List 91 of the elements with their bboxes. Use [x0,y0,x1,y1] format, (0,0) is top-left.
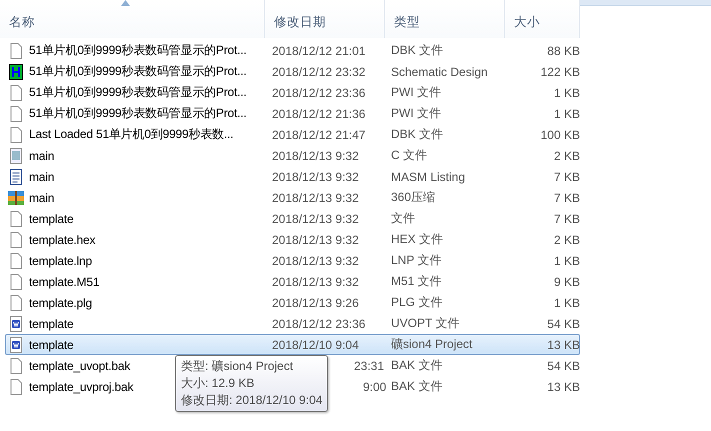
file-icon [8,210,24,226]
modified-date: 2018/12/10 9:04 [272,338,359,352]
modified-date: 2018/12/13 9:32 [272,212,359,226]
file-name[interactable]: 51单片机0到9999秒表数码管显示的Prot... [29,105,247,122]
modified-date: 2018/12/12 21:47 [272,128,366,142]
file-type: M51 文件 [391,273,443,290]
file-size: 2 KB [552,148,581,162]
file-size: 13 KB [546,380,581,394]
file-size: 122 KB [540,64,581,78]
file-icon [8,106,24,122]
project-icon [8,316,24,332]
file-size: 7 KB [552,170,581,184]
file-name[interactable]: template.lnp [29,254,92,268]
file-icon [8,358,24,374]
modified-date: 2018/12/12 21:01 [272,44,366,58]
file-size: 1 KB [552,106,581,120]
file-size: 9 KB [552,274,581,288]
file-type: C 文件 [391,147,428,164]
file-type: PWI 文件 [391,105,442,122]
file-size: 1 KB [552,296,581,310]
modified-date: 2018/12/12 21:36 [272,106,366,120]
modified-date: 23:31 [354,358,384,372]
file-name[interactable]: 51单片机0到9999秒表数码管显示的Prot... [29,84,247,101]
modified-date: 2018/12/13 9:32 [272,274,359,288]
file-size: 1 KB [552,254,581,268]
file-name[interactable]: template_uvopt.bak [29,358,130,372]
file-name[interactable]: 51单片机0到9999秒表数码管显示的Prot... [29,42,247,59]
document-icon [8,148,24,164]
modified-date: 2018/12/13 9:32 [272,254,359,268]
column-header[interactable]: 大小 [505,0,580,38]
modified-date: 2018/12/12 23:36 [272,316,366,330]
modified-date: 2018/12/12 23:32 [272,64,366,78]
file-name[interactable]: template.M51 [29,274,100,288]
tooltip-line: 大小: 12.9 KB [181,375,256,392]
modified-date: 2018/12/13 9:26 [272,296,359,310]
modified-date: 2018/12/13 9:32 [272,232,359,246]
file-type: 文件 [391,210,416,227]
file-icon [8,42,24,58]
file-type: BAK 文件 [391,357,444,374]
file-name[interactable]: template [29,212,74,226]
file-type: UVOPT 文件 [391,315,460,332]
file-name[interactable]: main [29,148,54,162]
file-type: Schematic Design [391,64,489,78]
file-type: PWI 文件 [391,84,442,101]
file-type: BAK 文件 [391,378,444,395]
file-size: 54 KB [546,316,581,330]
file-name[interactable]: template_uvproj.bak [29,380,134,394]
file-size: 88 KB [546,44,581,58]
tooltip-line: 类型: 礦sion4 Project [181,358,294,375]
text-document-icon [8,168,24,184]
file-name[interactable]: template.hex [29,232,96,246]
file-icon [8,378,24,394]
file-name[interactable]: main [29,190,54,204]
file-type: LNP 文件 [391,252,442,269]
file-icon [8,126,24,142]
file-type: 360压缩 [391,189,436,206]
file-name[interactable]: Last Loaded 51单片机0到9999秒表数... [29,126,234,143]
file-type: DBK 文件 [391,42,444,59]
file-size: 1 KB [552,86,581,100]
file-size: 7 KB [552,212,581,226]
file-icon [8,84,24,100]
file-type: DBK 文件 [391,126,444,143]
file-icon [8,252,24,268]
modified-date: 2018/12/13 9:32 [272,148,359,162]
file-type: 礦sion4 Project [391,336,474,353]
file-icon [8,294,24,310]
file-name[interactable]: template [29,316,74,330]
column-header[interactable]: 修改日期 [265,0,385,38]
modified-date: 2018/12/12 23:36 [272,86,366,100]
modified-date: 2018/12/13 9:32 [272,170,359,184]
project-icon [8,336,24,352]
file-name[interactable]: template.plg [29,296,92,310]
file-name[interactable]: 51单片机0到9999秒表数码管显示的Prot... [29,63,247,80]
tooltip-line: 修改日期: 2018/12/10 9:04 [181,392,322,409]
column-header[interactable]: 类型 [385,0,505,38]
file-name[interactable]: main [29,170,54,184]
file-icon [8,232,24,248]
file-size: 54 KB [546,358,581,372]
file-size: 7 KB [552,190,581,204]
file-name[interactable]: template [29,338,74,352]
file-type: HEX 文件 [391,231,444,248]
file-size: 100 KB [540,128,581,142]
modified-date: 2018/12/13 9:32 [272,190,359,204]
file-size: 2 KB [552,232,581,246]
archive-icon [8,190,24,206]
column-header[interactable]: 名称 [0,0,265,38]
modified-date: 9:00 [363,380,386,394]
file-type: MASM Listing [391,170,466,184]
file-type: PLG 文件 [391,294,444,311]
schematic-icon [8,64,24,80]
file-icon [8,274,24,290]
